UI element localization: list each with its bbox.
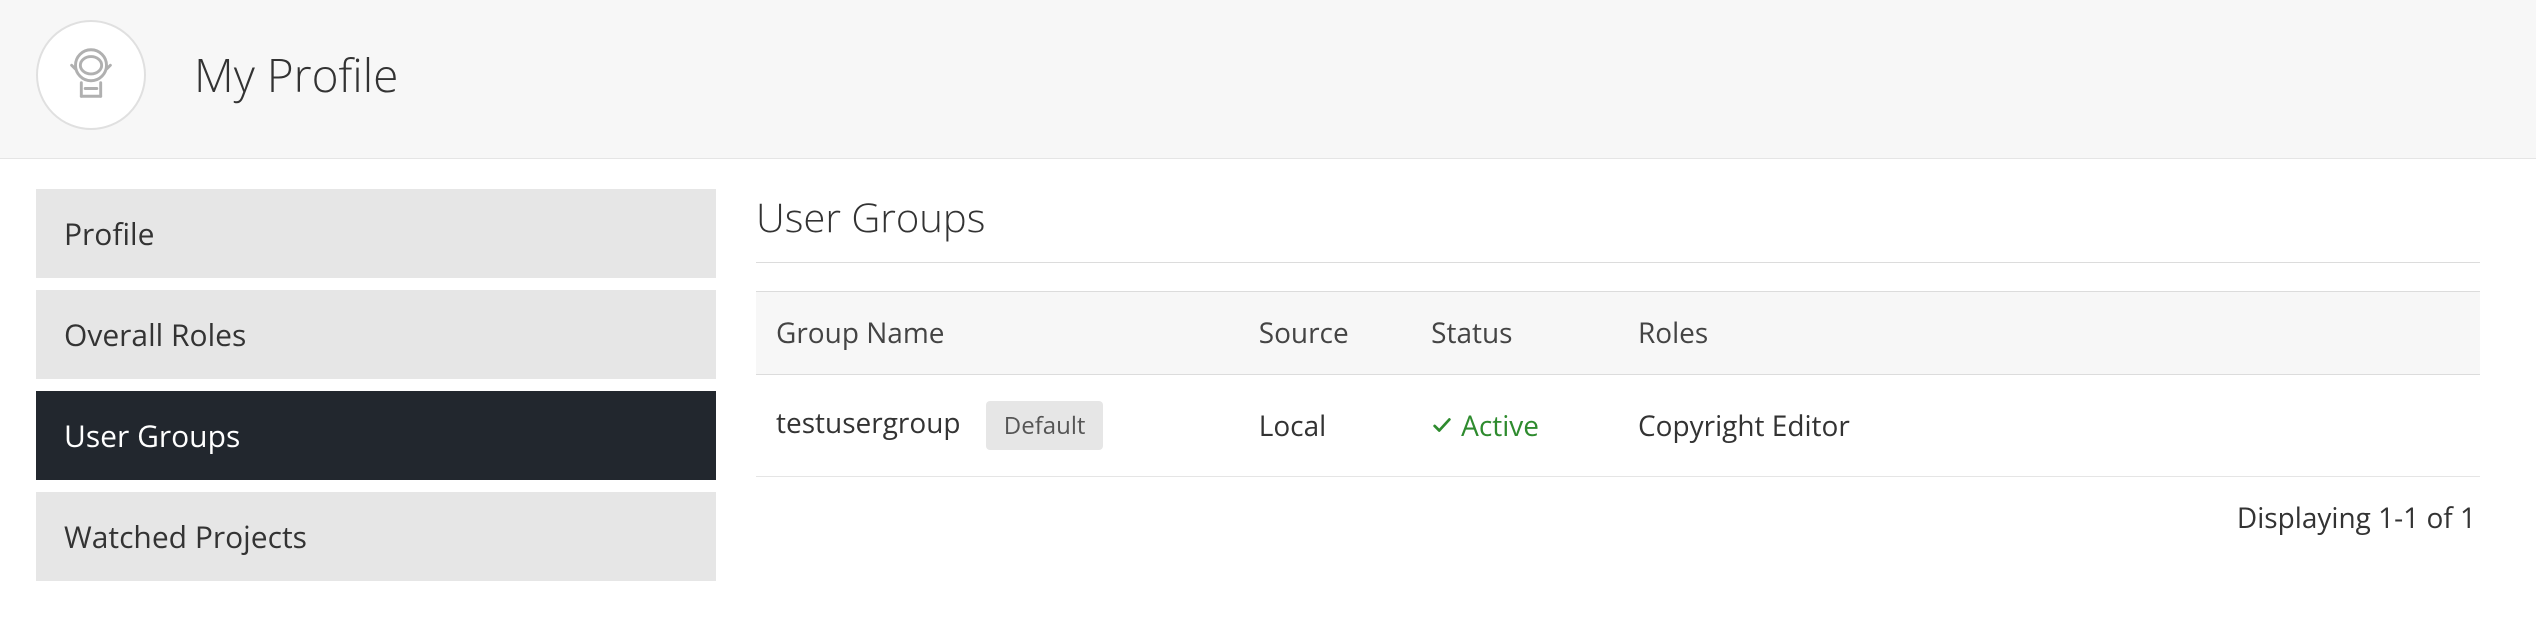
astronaut-icon <box>60 42 122 109</box>
cell-group-name: testusergroup Default <box>756 375 1239 477</box>
default-badge: Default <box>986 401 1104 450</box>
status-badge: Active <box>1431 407 1539 445</box>
status-text: Active <box>1461 407 1539 445</box>
section-title: User Groups <box>756 189 2480 263</box>
sidebar-item-label: Profile <box>64 213 154 254</box>
page-title: My Profile <box>194 44 398 106</box>
col-header-group-name: Group Name <box>756 292 1239 375</box>
cell-status: Active <box>1411 375 1618 477</box>
page-header: My Profile <box>0 0 2536 159</box>
pager-text: Displaying 1-1 of 1 <box>756 477 2480 537</box>
sidebar: Profile Overall Roles User Groups Watche… <box>36 189 716 593</box>
col-header-status: Status <box>1411 292 1618 375</box>
table-header-row: Group Name Source Status Roles <box>756 292 2480 375</box>
main-content: User Groups Group Name Source Status Rol… <box>756 189 2500 537</box>
cell-roles: Copyright Editor <box>1618 375 2480 477</box>
col-header-roles: Roles <box>1618 292 2480 375</box>
user-groups-table: Group Name Source Status Roles testuserg… <box>756 291 2480 477</box>
sidebar-item-overall-roles[interactable]: Overall Roles <box>36 290 716 379</box>
check-icon <box>1431 407 1453 445</box>
col-header-source: Source <box>1239 292 1411 375</box>
sidebar-item-user-groups[interactable]: User Groups <box>36 391 716 480</box>
sidebar-item-label: Watched Projects <box>64 516 307 557</box>
avatar <box>36 20 146 130</box>
sidebar-item-profile[interactable]: Profile <box>36 189 716 278</box>
sidebar-item-watched-projects[interactable]: Watched Projects <box>36 492 716 581</box>
group-name-text: testusergroup <box>776 404 961 442</box>
sidebar-item-label: Overall Roles <box>64 314 246 355</box>
cell-source: Local <box>1239 375 1411 477</box>
sidebar-item-label: User Groups <box>64 415 240 456</box>
table-row: testusergroup Default Local Active <box>756 375 2480 477</box>
